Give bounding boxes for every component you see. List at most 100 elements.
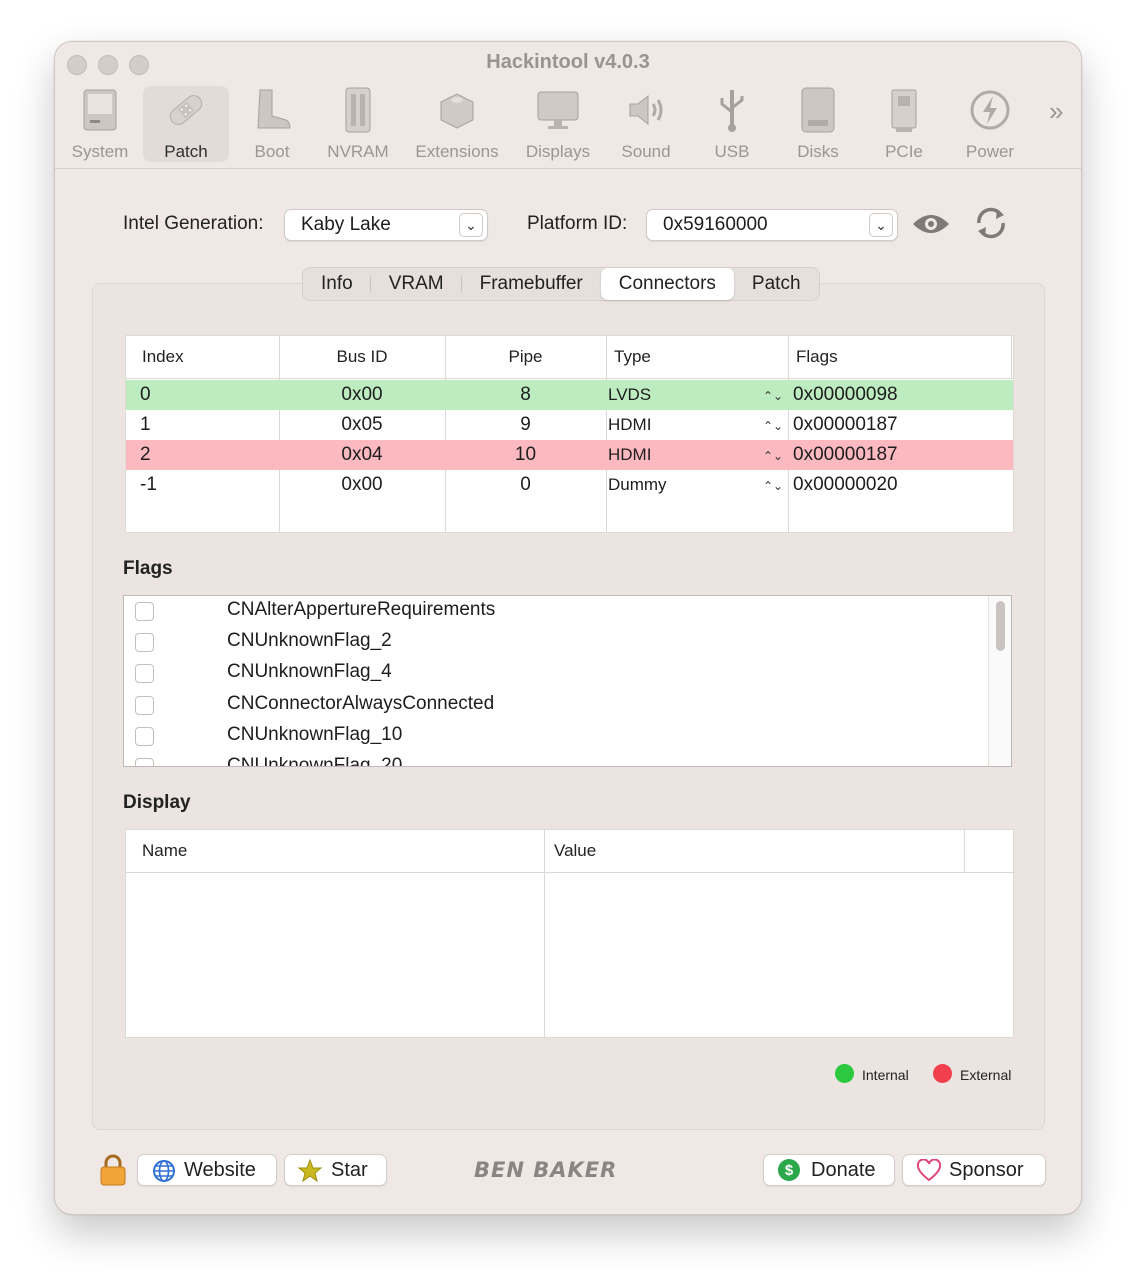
tab-vram[interactable]: VRAM [371, 268, 462, 300]
toolbar-displays[interactable]: Displays [515, 86, 601, 162]
column-header-flags[interactable]: Flags [796, 336, 838, 378]
table-row[interactable]: -1 0x00 0 Dummy ⌃⌄ 0x00000020 [126, 470, 1013, 500]
flag-checkbox[interactable] [135, 664, 154, 683]
cell-flags: 0x00000187 [793, 414, 898, 435]
toolbar-nvram[interactable]: NVRAM [315, 86, 401, 162]
star-button[interactable]: Star [284, 1154, 387, 1186]
heart-icon [916, 1159, 942, 1182]
flag-checkbox[interactable] [135, 727, 154, 746]
internal-legend-dot [835, 1064, 854, 1083]
stepper-icon[interactable]: ⌃⌄ [763, 381, 783, 411]
tab-info[interactable]: Info [303, 268, 371, 300]
power-icon [970, 90, 1010, 130]
scrollbar-thumb[interactable] [996, 601, 1005, 651]
intel-generation-value: Kaby Lake [301, 214, 391, 235]
intel-generation-label: Intel Generation: [123, 213, 264, 234]
website-button[interactable]: Website [137, 1154, 277, 1186]
flag-item[interactable]: CNUnknownFlag_4 [124, 658, 984, 689]
stepper-icon[interactable]: ⌃⌄ [763, 411, 783, 441]
cell-flags: 0x00000098 [793, 384, 898, 405]
flag-item[interactable]: CNUnknownFlag_2 [124, 627, 984, 658]
cell-type[interactable]: LVDS [608, 380, 651, 410]
displays-icon [537, 91, 579, 129]
cell-bus-id: 0x05 [341, 414, 383, 435]
toolbar-label: NVRAM [327, 142, 389, 161]
toolbar-label: Sound [621, 142, 671, 161]
window-title: Hackintool v4.0.3 [486, 51, 650, 73]
boot-icon [257, 89, 291, 129]
flag-item[interactable]: CNUnknownFlag_20 [124, 752, 984, 767]
more-toolbar-icon[interactable]: » [1049, 96, 1063, 127]
flag-checkbox[interactable] [135, 633, 154, 652]
lock-icon[interactable] [99, 1154, 127, 1191]
column-header-bus-id[interactable]: Bus ID [279, 336, 445, 378]
tab-connectors[interactable]: Connectors [600, 268, 734, 300]
stepper-icon[interactable]: ⌃⌄ [763, 471, 783, 501]
sponsor-button[interactable]: Sponsor [902, 1154, 1046, 1186]
toolbar-label: PCIe [885, 142, 923, 161]
flag-item[interactable]: CNAlterAppertureRequirements [124, 596, 984, 627]
table-row[interactable]: 1 0x05 9 HDMI ⌃⌄ 0x00000187 [126, 410, 1013, 440]
platform-id-select[interactable]: 0x59160000 ⌄ [646, 209, 898, 241]
toolbar-extensions[interactable]: Extensions [413, 86, 501, 162]
column-header-name[interactable]: Name [142, 830, 187, 872]
cell-type[interactable]: Dummy [608, 470, 667, 500]
globe-icon [153, 1160, 175, 1182]
tab-framebuffer[interactable]: Framebuffer [462, 268, 601, 300]
scrollbar[interactable] [988, 596, 1011, 766]
nvram-icon [345, 87, 371, 133]
external-legend-dot [933, 1064, 952, 1083]
column-header-index[interactable]: Index [142, 336, 184, 378]
flag-checkbox[interactable] [135, 758, 154, 766]
toolbar-label: Patch [164, 142, 208, 161]
pcie-icon [891, 89, 917, 132]
chevron-down-icon: ⌄ [459, 213, 483, 237]
tab-patch[interactable]: Patch [734, 268, 819, 300]
flag-label: CNUnknownFlag_2 [227, 630, 392, 651]
table-row[interactable]: 2 0x04 10 HDMI ⌃⌄ 0x00000187 [126, 440, 1013, 470]
flag-label: CNUnknownFlag_20 [227, 755, 403, 767]
system-icon [83, 89, 117, 131]
donate-button[interactable]: $ Donate [763, 1154, 895, 1186]
flag-item[interactable]: CNConnectorAlwaysConnected [124, 690, 984, 721]
toolbar-sound[interactable]: Sound [603, 86, 689, 162]
toolbar-disks[interactable]: Disks [775, 86, 861, 162]
toolbar-patch[interactable]: Patch [143, 86, 229, 162]
flag-checkbox[interactable] [135, 602, 154, 621]
toolbar-system[interactable]: System [57, 86, 143, 162]
toolbar-boot[interactable]: Boot [229, 86, 315, 162]
toolbar-power[interactable]: Power [947, 86, 1033, 162]
column-header-pipe[interactable]: Pipe [445, 336, 606, 378]
toolbar-label: Power [965, 142, 1015, 161]
patch-icon [169, 95, 203, 125]
extensions-icon [440, 93, 474, 129]
disks-icon [801, 87, 835, 133]
flags-section-title: Flags [123, 558, 173, 579]
toolbar-pcie[interactable]: PCIe [861, 86, 947, 162]
column-header-value[interactable]: Value [554, 830, 596, 872]
flags-list: CNAlterAppertureRequirements CNUnknownFl… [123, 595, 1012, 767]
cell-pipe: 8 [520, 384, 531, 405]
chevron-down-icon: ⌄ [869, 213, 893, 237]
sound-icon [629, 94, 663, 126]
toolbar-usb[interactable]: USB [689, 86, 775, 162]
titlebar: Hackintool v4.0.3 System Patch Boot NVRA… [55, 42, 1081, 169]
usb-icon [720, 90, 744, 132]
connectors-table: Index Bus ID Pipe Type Flags 0 0x00 8 LV… [125, 335, 1014, 533]
flag-item[interactable]: CNUnknownFlag_10 [124, 721, 984, 752]
column-header-type[interactable]: Type [614, 336, 651, 378]
cell-type[interactable]: HDMI [608, 410, 651, 440]
star-button-label: Star [331, 1159, 368, 1181]
eye-icon[interactable] [911, 210, 951, 243]
flag-checkbox[interactable] [135, 696, 154, 715]
toolbar-label: Extensions [415, 142, 499, 161]
intel-generation-select[interactable]: Kaby Lake ⌄ [284, 209, 488, 241]
flag-label: CNUnknownFlag_4 [227, 661, 392, 682]
cell-pipe: 0 [520, 474, 531, 495]
stepper-icon[interactable]: ⌃⌄ [763, 441, 783, 471]
refresh-icon[interactable] [971, 203, 1011, 248]
table-row[interactable]: 0 0x00 8 LVDS ⌃⌄ 0x00000098 [126, 380, 1013, 410]
flag-label: CNUnknownFlag_10 [227, 724, 403, 745]
cell-bus-id: 0x00 [341, 474, 383, 495]
cell-type[interactable]: HDMI [608, 440, 651, 470]
